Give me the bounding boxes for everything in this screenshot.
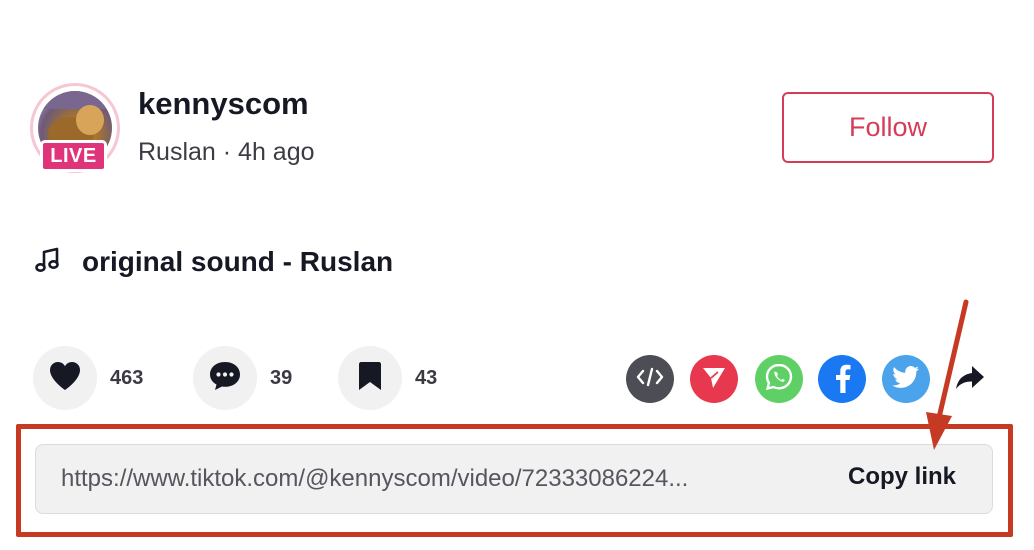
embed-icon bbox=[635, 366, 665, 393]
comment-count: 39 bbox=[270, 366, 293, 389]
music-note-icon bbox=[33, 245, 63, 280]
like-button[interactable] bbox=[33, 346, 97, 410]
comment-button[interactable] bbox=[193, 346, 257, 410]
facebook-button[interactable] bbox=[818, 355, 866, 403]
whatsapp-icon bbox=[764, 362, 794, 397]
twitter-icon bbox=[891, 364, 921, 395]
heart-icon bbox=[48, 360, 82, 397]
favorite-action[interactable]: 43 bbox=[338, 346, 437, 410]
send-to-friends-button[interactable] bbox=[690, 355, 738, 403]
sound-title: original sound - Ruslan bbox=[82, 246, 394, 277]
favorite-button[interactable] bbox=[338, 346, 402, 410]
comment-action[interactable]: 39 bbox=[193, 346, 292, 410]
send-icon bbox=[701, 364, 727, 395]
like-action[interactable]: 463 bbox=[33, 346, 143, 410]
author-subline: Ruslan · 4h ago bbox=[138, 138, 315, 166]
annotation-highlight-box bbox=[16, 424, 1013, 537]
twitter-button[interactable] bbox=[882, 355, 930, 403]
facebook-icon bbox=[830, 361, 854, 398]
author-avatar[interactable]: LIVE bbox=[30, 83, 120, 173]
embed-button[interactable] bbox=[626, 355, 674, 403]
whatsapp-button[interactable] bbox=[755, 355, 803, 403]
favorite-count: 43 bbox=[415, 366, 438, 389]
sound-link[interactable]: original sound - Ruslan bbox=[33, 244, 393, 280]
follow-button[interactable]: Follow bbox=[782, 92, 994, 163]
live-badge: LIVE bbox=[40, 140, 107, 172]
comment-icon bbox=[207, 359, 243, 398]
author-username[interactable]: kennyscom bbox=[138, 86, 309, 122]
bookmark-icon bbox=[357, 360, 383, 397]
like-count: 463 bbox=[110, 366, 144, 389]
share-arrow-icon bbox=[954, 364, 986, 397]
more-share-button[interactable] bbox=[950, 360, 990, 400]
